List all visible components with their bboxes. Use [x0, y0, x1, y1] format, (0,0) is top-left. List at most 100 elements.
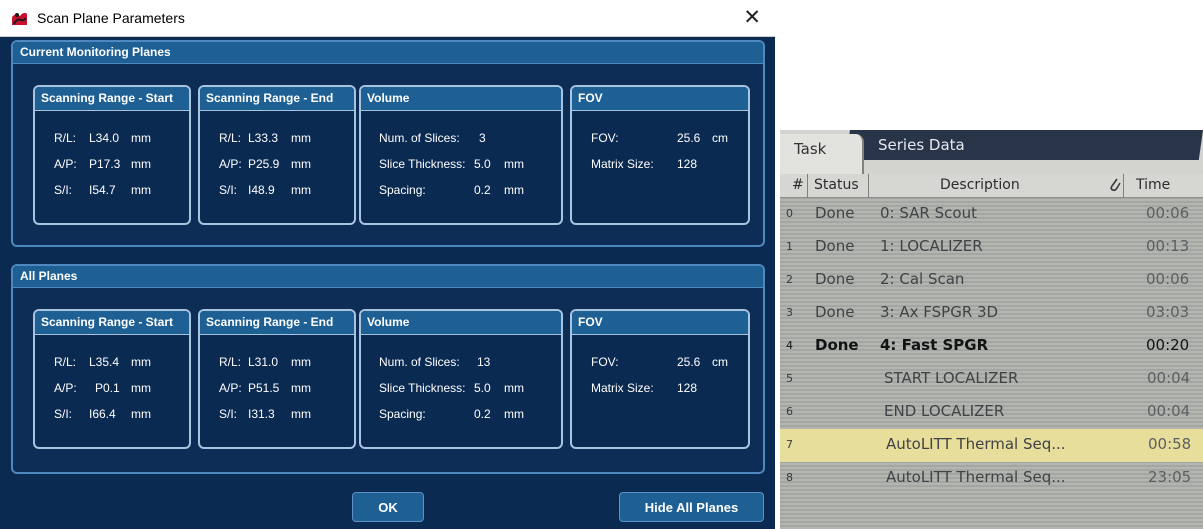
spacing-unit: mm	[504, 183, 524, 197]
group-title: Scanning Range - Start	[35, 311, 189, 335]
row-time: 00:06	[1146, 204, 1190, 222]
slice-thickness-label: Slice Thickness:	[379, 157, 466, 171]
row-num: 0	[786, 207, 793, 220]
spacing-label: Spacing:	[379, 183, 426, 197]
ap-value: P0.1	[95, 381, 120, 395]
group-fov: FOV FOV: 25.6 cm Matrix Size: 128	[570, 309, 750, 449]
close-icon[interactable]: ✕	[743, 5, 761, 30]
rl-value: L33.3	[248, 131, 279, 145]
row-description: 0: SAR Scout	[880, 204, 977, 222]
si-value: I66.4	[89, 407, 116, 421]
group-title: Scanning Range - Start	[35, 87, 189, 111]
ap-unit: mm	[131, 157, 151, 171]
ap-label: A/P:	[219, 157, 242, 171]
rl-unit: mm	[291, 131, 311, 145]
num-slices-label: Num. of Slices:	[379, 131, 460, 145]
group-title: FOV	[572, 87, 748, 111]
row-description: 4: Fast SPGR	[880, 336, 989, 354]
row-status: Done	[815, 336, 859, 354]
matrix-size-value: 128	[677, 381, 698, 395]
hide-all-planes-button[interactable]: Hide All Planes	[619, 492, 764, 522]
fov-unit: cm	[712, 355, 728, 369]
si-value: I31.3	[248, 407, 275, 421]
row-description: AutoLITT Thermal Seq...	[886, 435, 1066, 453]
fov-unit: cm	[712, 131, 728, 145]
group-scanning-range-start: Scanning Range - Start R/L: L34.0 mm A/P…	[33, 85, 191, 225]
ap-unit: mm	[131, 381, 151, 395]
slice-thickness-value: 5.0	[474, 381, 491, 395]
table-row[interactable]: 2 Done 2: Cal Scan 00:06	[780, 264, 1203, 297]
row-num: 2	[786, 273, 793, 286]
row-time: 23:05	[1148, 468, 1192, 486]
table-row[interactable]: 6 END LOCALIZER 00:04	[780, 396, 1203, 429]
rl-value: L31.0	[248, 355, 279, 369]
group-scanning-range-start: Scanning Range - Start R/L: L35.4 mm A/P…	[33, 309, 191, 449]
si-label: S/I:	[219, 183, 238, 197]
scanner-task-list-photo: Task Series Data # Status Description Ti…	[780, 130, 1203, 529]
ap-unit: mm	[291, 381, 311, 395]
slice-thickness-label: Slice Thickness:	[379, 381, 466, 395]
tab-series-data[interactable]: Series Data	[878, 136, 965, 154]
row-status: Done	[815, 204, 855, 222]
fov-value: 25.6	[677, 131, 701, 145]
si-unit: mm	[291, 407, 311, 421]
row-description: 3: Ax FSPGR 3D	[880, 303, 999, 321]
table-row[interactable]: 7 AutoLITT Thermal Seq... 00:58	[780, 429, 1203, 462]
spacing-value: 0.2	[474, 407, 491, 421]
row-num: 5	[786, 372, 793, 385]
row-description: END LOCALIZER	[884, 402, 1005, 420]
row-description: 2: Cal Scan	[880, 270, 965, 288]
ap-value: P51.5	[248, 381, 280, 395]
num-slices-label: Num. of Slices:	[379, 355, 460, 369]
table-row[interactable]: 1 Done 1: LOCALIZER 00:13	[780, 231, 1203, 264]
group-title: Volume	[361, 87, 561, 111]
table-row[interactable]: 0 Done 0: SAR Scout 00:06	[780, 198, 1203, 231]
table-row[interactable]: 4 Done 4: Fast SPGR 00:20	[780, 330, 1203, 363]
row-num: 8	[786, 471, 793, 484]
table-row[interactable]: 8 AutoLITT Thermal Seq... 23:05	[780, 462, 1203, 495]
spacing-label: Spacing:	[379, 407, 426, 421]
num-slices-value: 3	[479, 131, 486, 145]
title-bar: Scan Plane Parameters ✕	[0, 0, 775, 37]
paperclip-icon	[1108, 176, 1122, 196]
rl-label: R/L:	[219, 355, 242, 369]
group-scanning-range-end: Scanning Range - End R/L: L31.0 mm A/P: …	[198, 309, 356, 449]
ap-label: A/P:	[54, 381, 77, 395]
row-description: START LOCALIZER	[884, 369, 1019, 387]
si-unit: mm	[131, 407, 151, 421]
row-status: Done	[815, 237, 855, 255]
spacing-unit: mm	[504, 407, 524, 421]
num-slices-value: 13	[477, 355, 491, 369]
app-icon	[11, 10, 28, 26]
group-fov: FOV FOV: 25.6 cm Matrix Size: 128	[570, 85, 750, 225]
group-volume: Volume Num. of Slices: 3 Slice Thickness…	[359, 85, 563, 225]
tab-bar: Task Series Data	[780, 130, 1203, 174]
matrix-size-label: Matrix Size:	[591, 381, 654, 395]
group-title: Volume	[361, 311, 561, 335]
fov-label: FOV:	[591, 355, 619, 369]
ok-button[interactable]: OK	[352, 492, 424, 522]
row-num: 3	[786, 306, 793, 319]
window-title: Scan Plane Parameters	[37, 10, 185, 26]
slice-thickness-unit: mm	[504, 381, 524, 395]
table-row[interactable]: 3 Done 3: Ax FSPGR 3D 03:03	[780, 297, 1203, 330]
row-time: 00:20	[1146, 336, 1190, 354]
rl-value: L35.4	[89, 355, 120, 369]
rl-unit: mm	[131, 355, 151, 369]
row-description: 1: LOCALIZER	[880, 237, 983, 255]
table-row[interactable]: 5 START LOCALIZER 00:04	[780, 363, 1203, 396]
ap-label: A/P:	[54, 157, 77, 171]
row-description: AutoLITT Thermal Seq...	[886, 468, 1066, 486]
matrix-size-label: Matrix Size:	[591, 157, 654, 171]
group-volume: Volume Num. of Slices: 13 Slice Thicknes…	[359, 309, 563, 449]
ap-label: A/P:	[219, 381, 242, 395]
tab-task[interactable]: Task	[780, 134, 864, 174]
fov-label: FOV:	[591, 131, 619, 145]
row-time: 00:06	[1146, 270, 1190, 288]
row-num: 6	[786, 405, 793, 418]
group-title: Scanning Range - End	[200, 87, 354, 111]
row-time: 00:04	[1147, 369, 1191, 387]
col-time: Time	[1136, 177, 1171, 193]
rl-value: L34.0	[89, 131, 120, 145]
rl-label: R/L:	[219, 131, 242, 145]
